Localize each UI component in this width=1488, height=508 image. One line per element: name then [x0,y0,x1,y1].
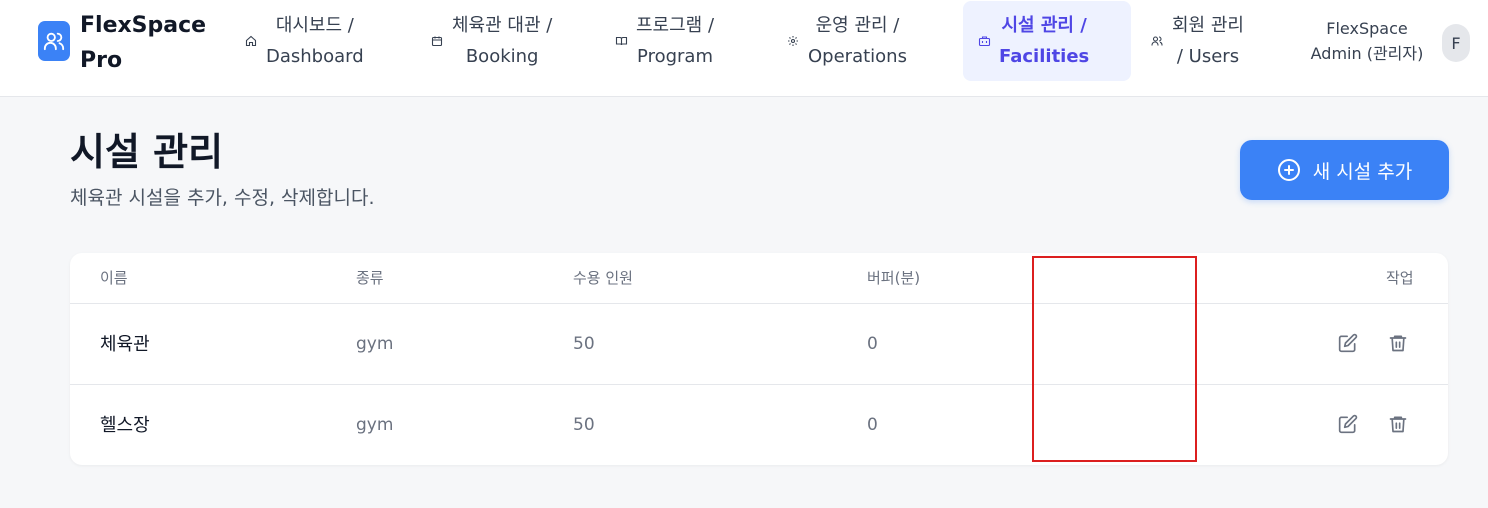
facility-name: 체육관 [100,334,150,355]
users-icon [1150,34,1164,48]
table-row: 헬스장 gym 50 0 [70,385,1448,465]
nav-item-users[interactable]: 회원 관리 / Users [1150,1,1280,81]
column-header-actions: 작업 [1386,269,1414,287]
brand-logo[interactable] [38,21,70,61]
highlight-box [1032,256,1197,462]
building-icon [977,34,991,48]
nav-label: 대시보드 / Dashboard [266,15,364,67]
edit-icon [1338,333,1358,353]
column-header-type: 종류 [356,269,384,287]
top-navigation-bar: FlexSpace Pro 대시보드 / Dashboard 체육관 대관 / … [0,0,1488,97]
trash-icon [1389,416,1407,433]
brand-name[interactable]: FlexSpace Pro [80,8,220,78]
book-icon [614,34,628,48]
avatar[interactable]: F [1442,24,1470,62]
table-header: 이름 종류 수용 인원 버퍼(분) 작업 [70,253,1448,304]
trash-icon [1389,335,1407,352]
nav-item-dashboard[interactable]: 대시보드 / Dashboard [244,1,394,81]
nav-item-facilities[interactable]: 시설 관리 / Facilities [963,1,1131,81]
gear-icon [786,34,800,48]
delete-button[interactable] [1387,332,1409,354]
table-row: 체육관 gym 50 0 [70,304,1448,385]
edit-button[interactable] [1337,332,1359,354]
nav-label: 회원 관리 / Users [1172,15,1244,67]
nav-item-operations[interactable]: 운영 관리 / Operations [786,1,936,81]
page-title: 시설 관리 [70,130,224,174]
facility-name: 헬스장 [100,415,150,436]
home-icon [244,34,258,48]
facility-buffer: 0 [867,334,878,354]
delete-button[interactable] [1387,413,1409,435]
facility-buffer: 0 [867,415,878,435]
nav-label: 체육관 대관 / Booking [452,15,553,67]
nav-item-booking[interactable]: 체육관 대관 / Booking [430,1,590,81]
edit-icon [1338,414,1358,434]
nav-label: 프로그램 / Program [636,15,715,67]
facilities-table: 이름 종류 수용 인원 버퍼(분) 작업 체육관 gym 50 0 헬스장 gy… [70,253,1448,465]
users-icon [43,32,65,51]
facility-type: gym [356,415,394,435]
facility-capacity: 50 [573,334,595,354]
calendar-icon [430,34,444,48]
nav-item-program[interactable]: 프로그램 / Program [614,1,754,81]
nav-label: 시설 관리 / Facilities [999,15,1090,67]
facility-type: gym [356,334,394,354]
column-header-capacity: 수용 인원 [573,269,633,287]
plus-circle-icon [1277,158,1301,182]
edit-button[interactable] [1337,413,1359,435]
add-facility-label: 새 시설 추가 [1312,160,1413,183]
page-subtitle: 체육관 시설을 추가, 수정, 삭제합니다. [70,187,375,209]
column-header-name: 이름 [100,269,128,287]
user-name: FlexSpace Admin (관리자) [1310,19,1424,63]
add-facility-button[interactable]: 새 시설 추가 [1240,140,1449,200]
facility-capacity: 50 [573,415,595,435]
column-header-buffer: 버퍼(분) [867,269,921,287]
nav-label: 운영 관리 / Operations [808,15,907,67]
